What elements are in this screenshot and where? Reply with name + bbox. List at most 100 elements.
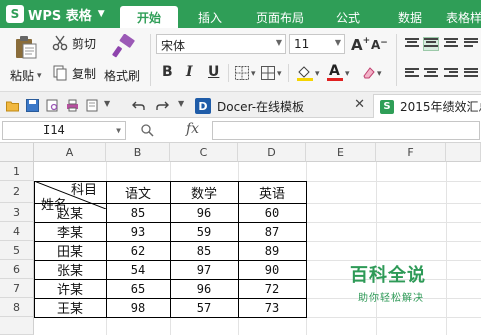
merge-cells-icon[interactable]	[260, 65, 276, 81]
score-cell[interactable]: 98	[106, 298, 170, 317]
save-icon[interactable]	[26, 99, 39, 112]
formula-input[interactable]	[212, 121, 480, 140]
row-header-6[interactable]: 6	[0, 260, 34, 279]
open-folder-icon[interactable]	[6, 99, 19, 112]
chevron-down-icon[interactable]: ▼	[104, 99, 110, 108]
shrink-font-button[interactable]: A−	[371, 38, 388, 52]
score-cell[interactable]: 60	[238, 203, 306, 222]
fill-color-icon[interactable]	[296, 64, 314, 82]
insert-function-button[interactable]: fx	[186, 121, 199, 137]
score-cell[interactable]: 96	[170, 203, 238, 222]
format-painter-button[interactable]: 格式刷	[104, 32, 144, 90]
format-painter-icon	[112, 34, 135, 58]
score-cell[interactable]: 97	[170, 260, 238, 279]
score-cell[interactable]: 62	[106, 241, 170, 260]
clear-format-icon[interactable]	[360, 65, 376, 81]
diagonal-line	[34, 181, 106, 209]
chevron-down-icon[interactable]: ▾	[251, 69, 256, 79]
row-header-7[interactable]: 7	[0, 279, 34, 298]
tab-insert[interactable]: 插入	[186, 6, 234, 28]
print-icon[interactable]	[66, 99, 79, 112]
score-cell[interactable]: 85	[170, 241, 238, 260]
score-cell[interactable]: 59	[170, 222, 238, 241]
subject-header-cell[interactable]: 语文	[106, 181, 170, 203]
redo-icon[interactable]	[156, 99, 169, 112]
chevron-down-icon[interactable]: ▼	[178, 99, 184, 108]
font-name-select[interactable]: 宋体 ▼	[156, 34, 286, 54]
align-middle-icon[interactable]	[423, 37, 439, 51]
justify-icon[interactable]	[464, 68, 478, 80]
bold-button[interactable]: B	[162, 64, 173, 80]
column-header-b[interactable]: B	[106, 143, 170, 162]
borders-icon[interactable]	[234, 65, 250, 81]
column-header-e[interactable]: E	[306, 143, 376, 162]
score-cell[interactable]: 93	[106, 222, 170, 241]
tab-home[interactable]: 开始	[120, 6, 178, 28]
name-cell[interactable]: 许某	[34, 279, 106, 298]
chevron-down-icon[interactable]: ▾	[377, 69, 382, 79]
paste-button[interactable]: 粘贴 ▾	[10, 32, 42, 90]
row-header-5[interactable]: 5	[0, 241, 34, 260]
row-header-8[interactable]: 8	[0, 298, 34, 317]
score-cell[interactable]: 54	[106, 260, 170, 279]
font-color-button[interactable]: A	[326, 62, 344, 82]
row-header-1[interactable]: 1	[0, 162, 34, 181]
zoom-icon[interactable]	[140, 123, 154, 137]
name-cell[interactable]: 李某	[34, 222, 106, 241]
wrap-text-icon[interactable]	[464, 38, 478, 50]
column-header-c[interactable]: C	[170, 143, 238, 162]
table-border	[238, 181, 239, 318]
align-center-icon[interactable]	[424, 68, 438, 80]
print-preview-icon[interactable]	[46, 99, 59, 112]
score-cell[interactable]: 57	[170, 298, 238, 317]
doc-tab-title: Docer-在线模板	[217, 99, 305, 114]
score-cell[interactable]: 73	[238, 298, 306, 317]
score-cell[interactable]: 89	[238, 241, 306, 260]
row-header-2[interactable]: 2	[0, 181, 34, 203]
underline-button[interactable]: U	[208, 64, 219, 80]
tab-data[interactable]: 数据	[386, 6, 434, 28]
column-header-d[interactable]: D	[238, 143, 306, 162]
print-setup-icon[interactable]	[86, 99, 99, 112]
row-header-4[interactable]: 4	[0, 222, 34, 241]
column-header-f[interactable]: F	[376, 143, 446, 162]
score-cell[interactable]: 65	[106, 279, 170, 298]
close-icon[interactable]: ✕	[354, 97, 365, 112]
name-box[interactable]: I14 ▼	[2, 121, 126, 140]
name-cell[interactable]: 张某	[34, 260, 106, 279]
chevron-down-icon[interactable]: ▾	[345, 69, 350, 79]
doc-tab-workbook[interactable]: S 2015年绩效汇总	[373, 94, 481, 118]
grow-font-button[interactable]: A+	[351, 36, 370, 54]
wps-app-menu[interactable]: S WPS 表格 ▼	[6, 3, 105, 25]
align-left-icon[interactable]	[405, 68, 419, 80]
column-header-a[interactable]: A	[34, 143, 106, 162]
column-header-g[interactable]	[446, 143, 481, 162]
subject-header-cell[interactable]: 英语	[238, 181, 306, 203]
chevron-down-icon[interactable]: ▾	[277, 69, 282, 79]
align-bottom-icon[interactable]	[444, 38, 458, 50]
row-header-3[interactable]: 3	[0, 203, 34, 222]
tab-table-style[interactable]: 表格样	[446, 6, 481, 28]
tab-page-layout[interactable]: 页面布局	[246, 6, 314, 28]
name-cell[interactable]: 田某	[34, 241, 106, 260]
align-top-icon[interactable]	[405, 38, 419, 50]
undo-icon[interactable]	[132, 99, 145, 112]
select-all-corner[interactable]	[0, 143, 34, 162]
score-cell[interactable]: 90	[238, 260, 306, 279]
watermark-subtitle: 助你轻松解决	[358, 293, 424, 304]
name-cell[interactable]: 王某	[34, 298, 106, 317]
tab-formulas[interactable]: 公式	[326, 6, 370, 28]
score-cell[interactable]: 85	[106, 203, 170, 222]
copy-button[interactable]: 复制	[50, 64, 98, 82]
align-right-icon[interactable]	[444, 68, 458, 80]
score-cell[interactable]: 96	[170, 279, 238, 298]
score-cell[interactable]: 72	[238, 279, 306, 298]
doc-tab-docer[interactable]: D Docer-在线模板 ✕	[195, 94, 373, 118]
subject-header-cell[interactable]: 数学	[170, 181, 238, 203]
italic-button[interactable]: I	[186, 64, 193, 80]
row-header-9[interactable]	[0, 317, 34, 335]
chevron-down-icon[interactable]: ▾	[315, 69, 320, 79]
score-cell[interactable]: 87	[238, 222, 306, 241]
cut-button[interactable]: 剪切	[50, 34, 98, 52]
font-size-select[interactable]: 11 ▼	[289, 34, 345, 54]
